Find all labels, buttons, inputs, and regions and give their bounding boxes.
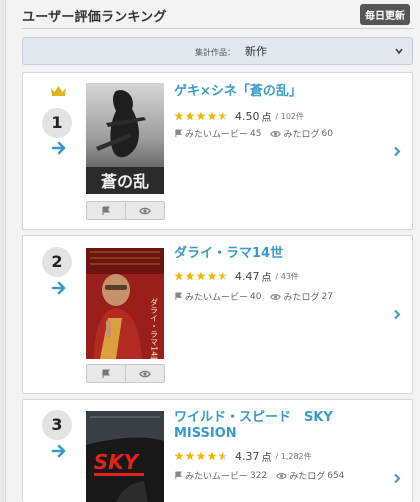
movie-poster[interactable]: ダライ・ラマ14世	[86, 248, 164, 359]
star-icon	[207, 451, 217, 461]
star-icon	[218, 111, 228, 121]
want-count: 322	[250, 470, 268, 481]
poster-title: SKY	[94, 450, 141, 474]
star-icon	[174, 451, 184, 461]
rank-number: 2	[42, 247, 72, 277]
log-count: 27	[321, 291, 333, 302]
ranking-card: 1 蒼の乱 ゲキ×シネ「蒼の乱」 4.50 点 / 102件 みたいムービー 4…	[22, 72, 413, 230]
flag-icon	[101, 206, 111, 216]
chevron-right-icon[interactable]	[393, 473, 401, 484]
log-count: 654	[327, 470, 345, 481]
want-label: みたいムービー	[185, 293, 249, 303]
page-title: ユーザー評価ランキング	[22, 10, 167, 25]
want-button[interactable]	[87, 365, 125, 382]
log-button[interactable]	[125, 202, 164, 219]
star-icon	[218, 451, 228, 461]
want-count: 40	[250, 291, 262, 302]
eye-icon	[139, 370, 151, 378]
stats-row: みたいムービー 322 みたログ 654	[174, 469, 344, 482]
rank-number: 1	[42, 108, 72, 138]
movie-title[interactable]: ゲキ×シネ「蒼の乱」	[174, 84, 394, 100]
star-rating	[174, 451, 229, 461]
eye-icon	[139, 207, 151, 215]
arrow-right-icon[interactable]	[51, 443, 67, 459]
want-count: 45	[250, 128, 262, 139]
star-icon	[196, 111, 206, 121]
chevron-right-icon[interactable]	[393, 146, 401, 157]
rank-number: 3	[42, 410, 72, 440]
chevron-down-icon	[394, 46, 404, 56]
score-value: 4.37	[235, 449, 260, 463]
flag-icon	[174, 129, 183, 138]
ranking-card: 2 ダライ・ラマ14世 ダライ・ラマ14世 4.47 点 / 43件 みたいムー…	[22, 235, 413, 394]
daily-update-badge: 毎日更新	[360, 4, 410, 25]
poster-title: ダライ・ラマ14世	[150, 297, 159, 359]
flag-icon	[174, 471, 183, 480]
star-icon	[185, 451, 195, 461]
movie-poster[interactable]: 蒼の乱	[86, 83, 164, 194]
page-left-border	[0, 0, 6, 502]
action-buttons	[86, 364, 165, 383]
star-rating	[174, 271, 229, 281]
want-label: みたいムービー	[185, 130, 249, 140]
ranking-header: ユーザー評価ランキング 毎日更新	[22, 4, 414, 26]
log-label: みたログ	[283, 293, 320, 303]
arrow-right-icon[interactable]	[51, 140, 67, 156]
arrow-right-icon[interactable]	[51, 280, 67, 296]
log-count: 60	[321, 128, 333, 139]
score-unit: 点	[261, 272, 272, 284]
action-buttons	[86, 201, 165, 220]
score-unit: 点	[261, 452, 272, 464]
vote-count: / 102件	[275, 111, 305, 121]
aggregation-select[interactable]: 集計作品： 新作	[22, 37, 413, 65]
log-label: みたログ	[289, 472, 326, 482]
log-label: みたログ	[283, 130, 320, 140]
star-icon	[196, 451, 206, 461]
star-icon	[196, 271, 206, 281]
ranking-card: 3 SKY ワイルド・スピード SKY MISSION 4.37 点 / 1,2…	[22, 399, 413, 502]
score-value: 4.47	[235, 269, 260, 283]
eye-icon	[270, 130, 282, 138]
header-divider	[22, 28, 414, 29]
chevron-right-icon[interactable]	[393, 309, 401, 320]
rating-row: 4.37 点 / 1,282件	[174, 449, 312, 464]
crown-icon	[50, 85, 67, 97]
flag-icon	[101, 369, 111, 379]
stats-row: みたいムービー 40 みたログ 27	[174, 290, 333, 303]
score-value: 4.50	[235, 109, 260, 123]
poster-title: 蒼の乱	[101, 172, 149, 191]
eye-icon	[276, 472, 287, 480]
stats-row: みたいムービー 45 みたログ 60	[174, 127, 333, 140]
movie-title[interactable]: ワイルド・スピード SKY MISSION	[174, 410, 394, 442]
star-icon	[207, 111, 217, 121]
star-icon	[174, 271, 184, 281]
filter-value: 新作	[245, 45, 267, 58]
star-icon	[207, 271, 217, 281]
want-label: みたいムービー	[185, 472, 249, 482]
movie-poster[interactable]: SKY	[86, 411, 164, 502]
star-icon	[185, 111, 195, 121]
flag-icon	[174, 292, 183, 301]
star-icon	[174, 111, 184, 121]
want-button[interactable]	[87, 202, 125, 219]
rating-row: 4.50 点 / 102件	[174, 109, 305, 124]
score-unit: 点	[261, 112, 272, 124]
log-button[interactable]	[125, 365, 164, 382]
filter-label: 集計作品：	[195, 48, 235, 57]
rating-row: 4.47 点 / 43件	[174, 269, 299, 284]
star-rating	[174, 111, 229, 121]
vote-count: / 43件	[275, 271, 299, 281]
movie-title[interactable]: ダライ・ラマ14世	[174, 246, 394, 262]
vote-count: / 1,282件	[275, 451, 312, 461]
star-icon	[218, 271, 228, 281]
eye-icon	[270, 293, 282, 301]
star-icon	[185, 271, 195, 281]
